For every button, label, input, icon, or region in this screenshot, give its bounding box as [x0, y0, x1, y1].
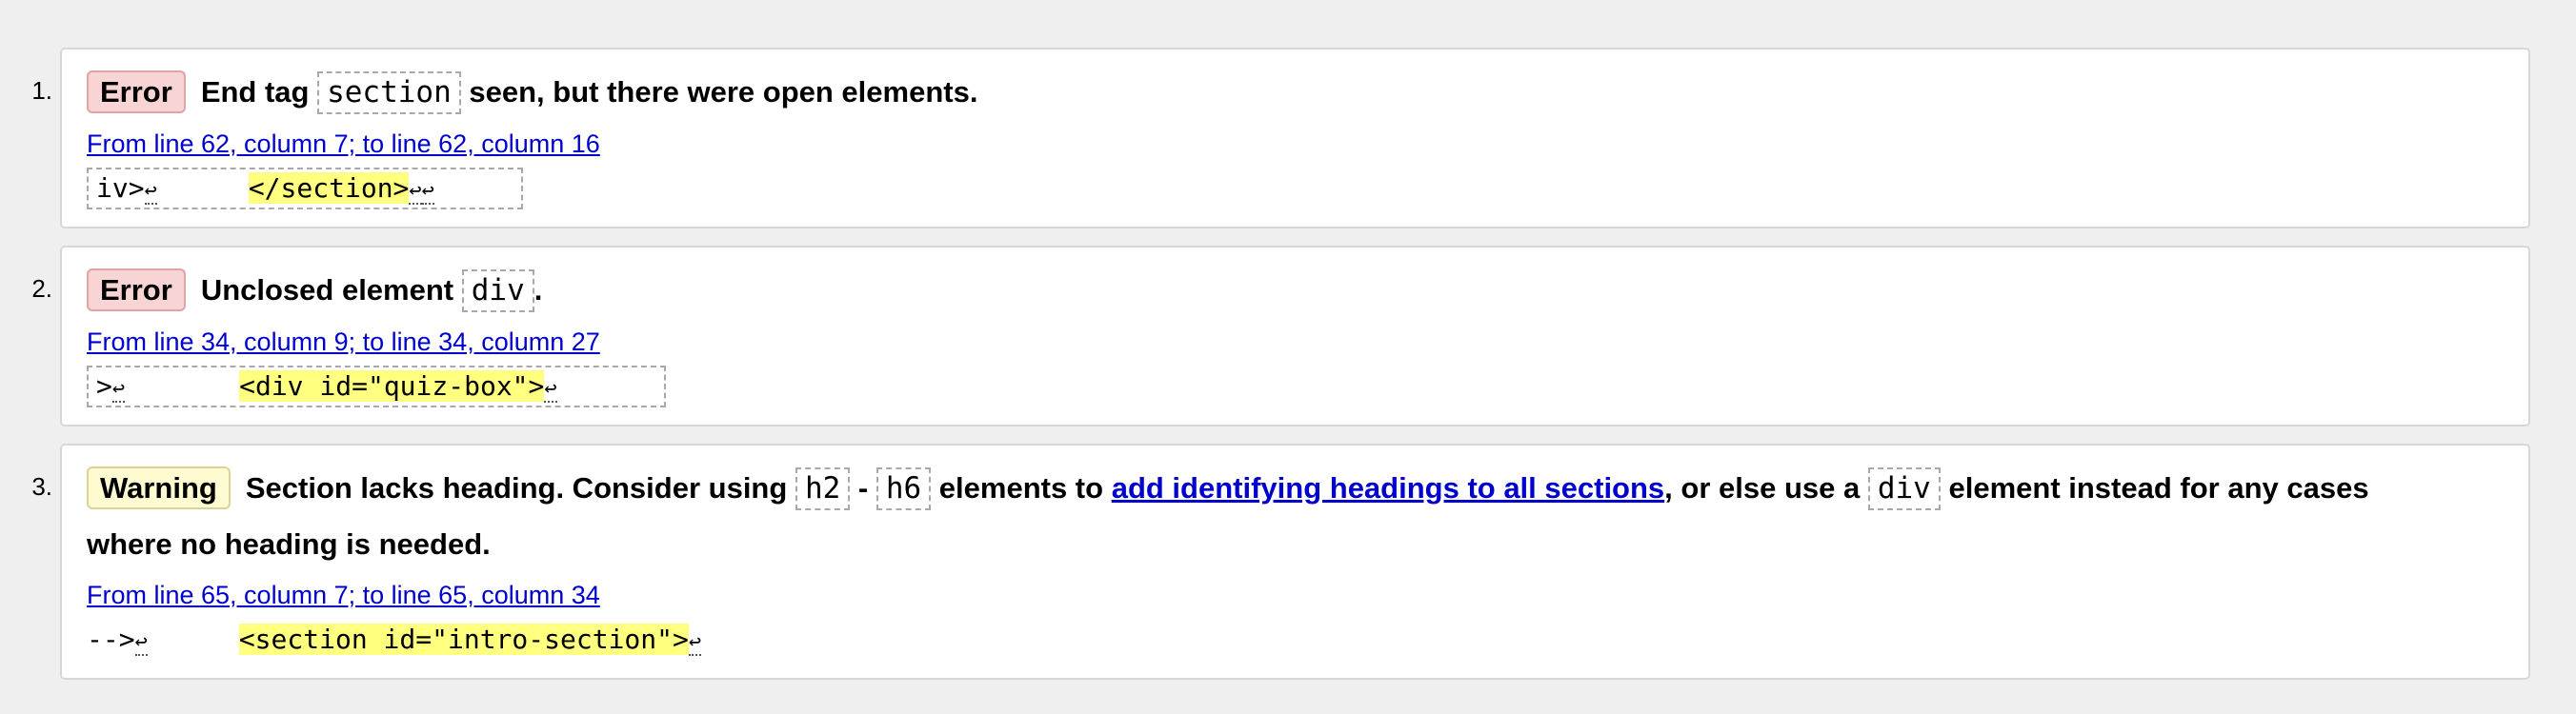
result-number: 3.: [31, 472, 52, 501]
line-return-icon: ↩: [409, 179, 422, 205]
result-message: Error End tag section seen, but there wer…: [87, 64, 2500, 120]
result-item: 2. Error Unclosed element div. From line …: [31, 246, 2530, 426]
line-return-icon: ↩: [421, 179, 434, 205]
source-extract: >↩ <div id="quiz-box">↩: [87, 366, 666, 407]
location-link[interactable]: From line 62, column 7; to line 62, colu…: [87, 128, 600, 160]
message-text: element instead for any cases: [1948, 471, 2369, 505]
message-text: elements to: [938, 471, 1104, 505]
location-link[interactable]: From line 34, column 9; to line 34, colu…: [87, 326, 600, 358]
extract-context: iv>: [96, 172, 145, 204]
source-extract: iv>↩ </section>↩↩: [87, 168, 523, 209]
message-text: -: [857, 471, 869, 505]
source-extract: -->↩ <section id="intro-section">↩: [87, 621, 773, 663]
message-text: End tag: [200, 75, 310, 109]
code-snippet: section: [317, 71, 461, 114]
error-badge: Error: [87, 70, 186, 113]
error-badge: Error: [87, 268, 186, 311]
line-return-icon: ↩: [134, 630, 148, 656]
code-snippet: h2: [795, 467, 851, 510]
headings-doc-link[interactable]: add identifying headings to all sections: [1112, 471, 1664, 505]
code-snippet: div: [1867, 467, 1941, 510]
code-snippet: div: [461, 269, 534, 312]
code-snippet: h6: [875, 467, 932, 510]
message-text: .: [533, 273, 543, 307]
line-return-icon: ↩: [544, 377, 557, 403]
extract-highlight: <div id="quiz-box">: [239, 370, 545, 402]
result-item: 3. Warning Section lacks heading. Conside…: [31, 444, 2530, 680]
location-link[interactable]: From line 65, column 7; to line 65, colu…: [87, 579, 600, 611]
warning-badge: Warning: [87, 466, 231, 509]
result-number: 1.: [31, 76, 52, 105]
extract-context: >: [96, 370, 112, 402]
line-return-icon: ↩: [144, 179, 157, 205]
validation-results-list: 1. Error End tag section seen, but there …: [0, 0, 2576, 714]
message-text: seen, but there were open elements.: [469, 75, 978, 109]
message-text: where no heading is needed.: [87, 527, 491, 561]
line-return-icon: ↩: [111, 377, 126, 403]
extract-highlight: </section>: [248, 172, 410, 204]
result-item: 1. Error End tag section seen, but there …: [31, 48, 2530, 228]
extract-highlight: <section id="intro-section">: [238, 624, 689, 655]
extract-context: -->: [87, 624, 135, 655]
result-message: Warning Section lacks heading. Consider u…: [87, 460, 2500, 572]
line-return-icon: ↩: [688, 630, 702, 656]
result-number: 2.: [31, 274, 52, 303]
message-text: , or else use a: [1664, 471, 1861, 505]
result-message: Error Unclosed element div.: [87, 262, 2500, 318]
message-text: Section lacks heading. Consider using: [245, 471, 788, 505]
message-text: Unclosed element: [200, 273, 454, 307]
